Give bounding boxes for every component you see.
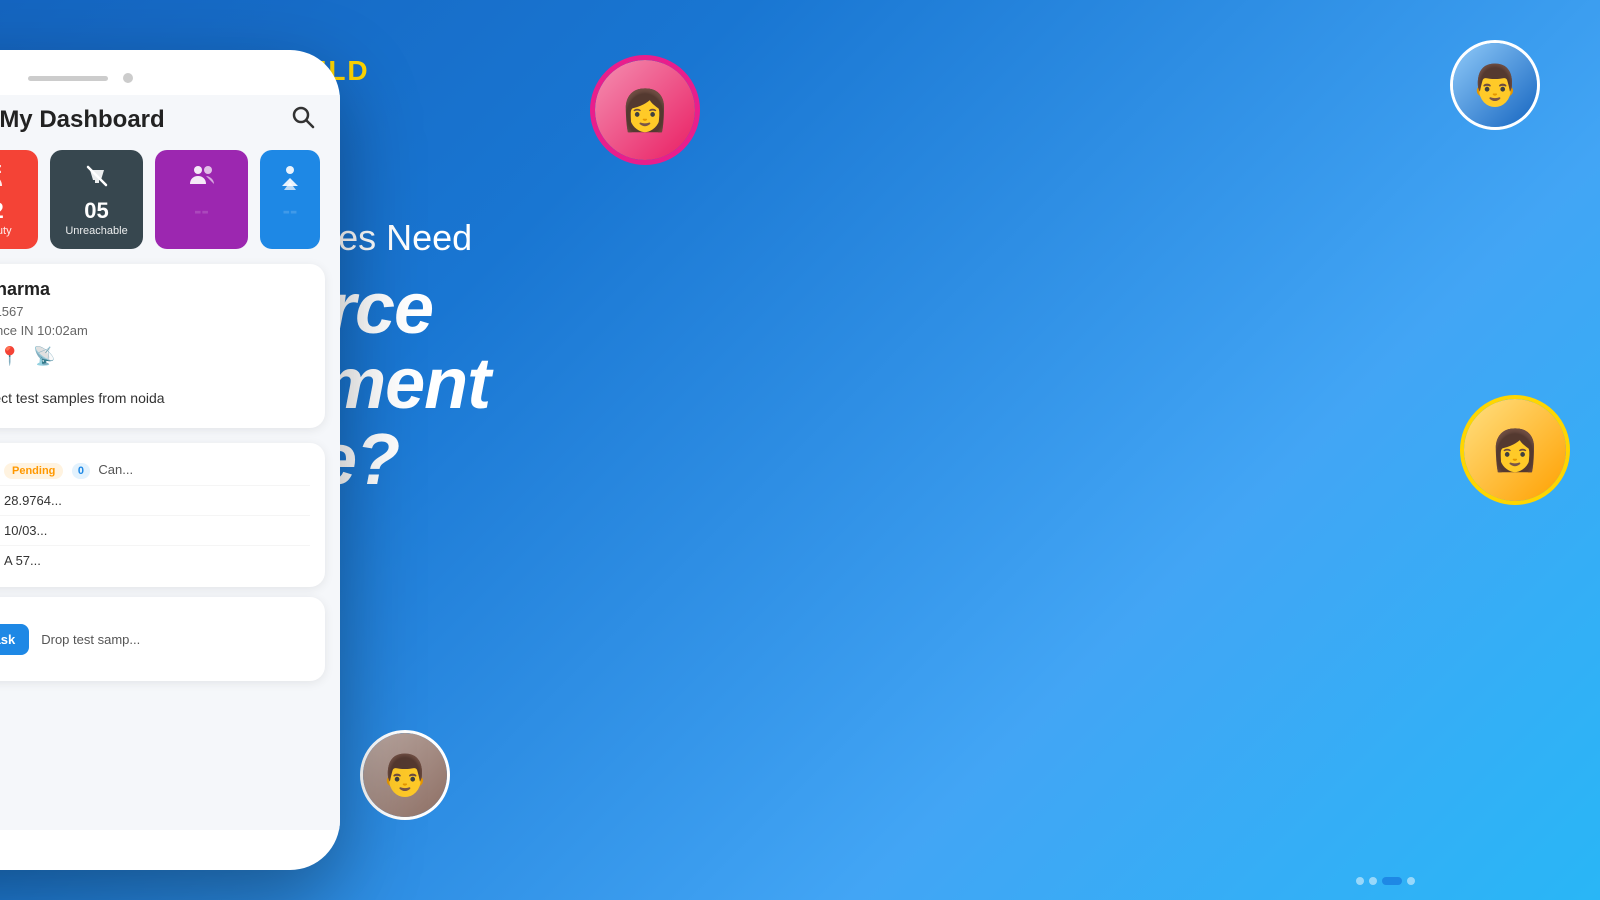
avatar-woman-glasses: 👩 [595, 60, 695, 160]
pending-count: 0 [72, 463, 90, 479]
employee-top: 👩 Anjali Sharma 📞 9945871567 📅 Attendanc… [0, 279, 310, 367]
app-header: My Dashboard [0, 95, 340, 150]
current-task-row: Current Task Collect test samples from n… [0, 382, 310, 413]
employee-info: Anjali Sharma 📞 9945871567 📅 Attendance … [0, 279, 310, 367]
off-duty-count: 02 [0, 200, 4, 222]
dot-4 [1407, 877, 1415, 885]
current-task-text: Collect test samples from noida [0, 390, 165, 406]
attendance-text: Attendance IN 10:02am [0, 323, 88, 338]
avatar-right-side: 👩 [1460, 395, 1570, 505]
search-icon[interactable] [291, 105, 315, 135]
dot-3-active [1382, 877, 1402, 885]
status-card-5[interactable]: -- [260, 150, 320, 249]
off-duty-label: Off Duty [0, 225, 12, 237]
phone-notch [0, 65, 340, 95]
card4-icon [188, 162, 216, 196]
unreachable-icon [83, 162, 111, 196]
status-cards-row: ✓ 15 On Duty 02 Off Duty [0, 150, 340, 264]
address-value: A 57... [4, 553, 310, 568]
avatar-bottom-left: 👨 [360, 730, 450, 820]
lu-row: 🔒 LU → 10/03... [0, 516, 310, 546]
app-content: My Dashboard ✓ 15 [0, 95, 340, 830]
notch-bar [28, 76, 108, 81]
bottom-task-button[interactable]: Current Task [0, 624, 29, 655]
avatar-man-beard: 👨 [363, 733, 447, 817]
unreachable-count: 05 [84, 200, 108, 222]
employee-attendance: 📅 Attendance IN 10:02am [0, 322, 310, 338]
employee-name: Anjali Sharma [0, 279, 310, 300]
task-status-value: Pending 0 Can... [4, 461, 133, 479]
status-card-unreachable[interactable]: 05 Unreachable [50, 150, 143, 249]
location-value: 28.9764... [4, 493, 310, 508]
task-status-row: 📋 Task Status → Pending 0 Can... [0, 455, 310, 486]
off-duty-icon [0, 162, 6, 196]
wifi-icon: 📡 [33, 346, 55, 367]
employee-status-icons: 97 📶 📍 📡 [0, 346, 310, 367]
card5-count: -- [283, 200, 298, 222]
app-title: My Dashboard [0, 106, 165, 134]
status-card-4[interactable]: -- [155, 150, 248, 249]
unreachable-label: Unreachable [65, 225, 127, 237]
pending-badge: Pending [4, 463, 63, 479]
phone-mockup: My Dashboard ✓ 15 [0, 50, 340, 870]
employee-card-bottom: 👨 Current Task Drop test samp... [0, 597, 325, 681]
info-rows: 📋 Task Status → Pending 0 Can... 📍 Locat… [0, 443, 325, 587]
avatar-woman-right: 👩 [1464, 399, 1566, 501]
phone-number: 9945871567 [0, 304, 24, 319]
lu-value: 10/03... [4, 523, 310, 538]
location-icon: 📍 [0, 346, 21, 367]
employee-card-anjali: 👩 Anjali Sharma 📞 9945871567 📅 Attendanc… [0, 264, 325, 428]
card4-count: -- [194, 200, 209, 222]
avatar-top-center: 👩 [590, 55, 700, 165]
card5-icon [276, 162, 304, 196]
employee-phone: 📞 9945871567 [0, 303, 310, 319]
bottom-task-text: Drop test samp... [41, 632, 310, 647]
status-card-off-duty[interactable]: 02 Off Duty [0, 150, 38, 249]
address-row: 📌 Address → A 57... [0, 546, 310, 575]
dots-decoration [1356, 877, 1415, 885]
avatar-man-top-right: 👨 [1453, 43, 1537, 127]
location-row: 📍 Location → 28.9764... [0, 486, 310, 516]
notch-circle [123, 73, 133, 83]
dot-1 [1356, 877, 1364, 885]
avatar-top-right: 👨 [1450, 40, 1540, 130]
dot-2 [1369, 877, 1377, 885]
task-extra: Can... [98, 462, 133, 477]
